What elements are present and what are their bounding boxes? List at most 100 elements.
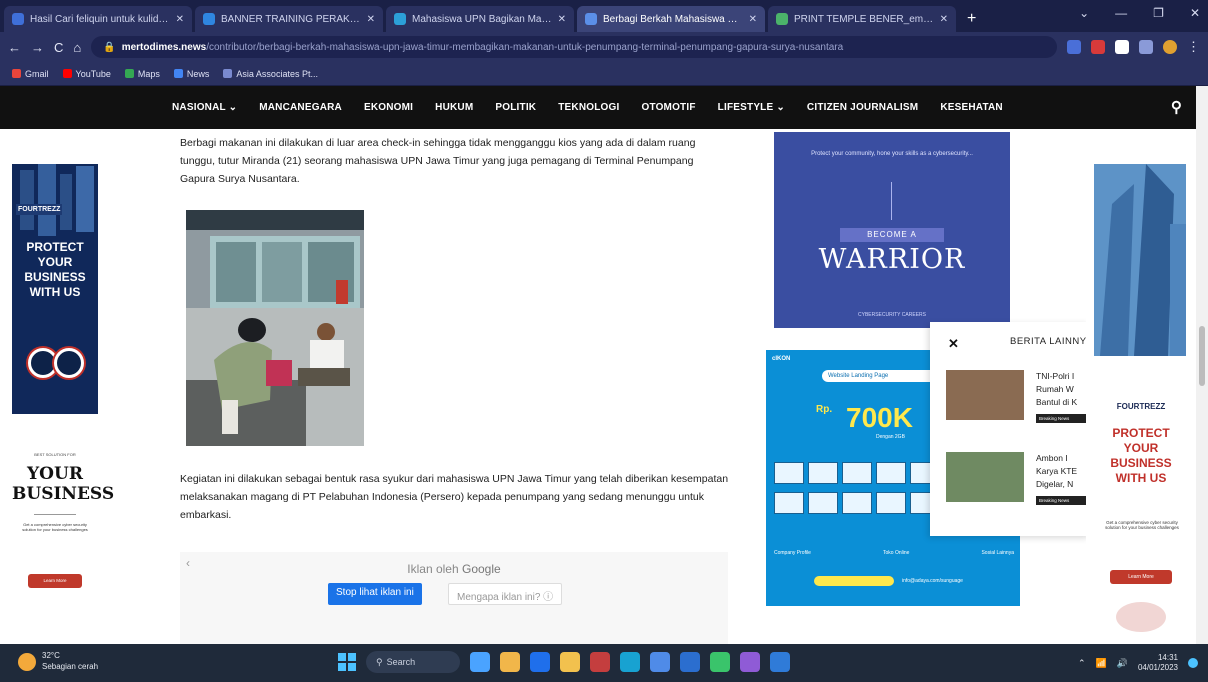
left-skyscraper-ad[interactable]: FOURTREZZ PROTECT YOUR BUSINESS WITH US …	[12, 164, 114, 642]
volume-icon[interactable]: 🔊	[1117, 658, 1128, 669]
minimize-icon[interactable]: —	[1115, 6, 1127, 20]
bookmark-item[interactable]: YouTube	[62, 69, 111, 79]
taskbar-apps: ⚲ Search	[338, 651, 790, 673]
stop-ad-button[interactable]: Stop lihat iklan ini	[328, 583, 422, 605]
taskbar-search[interactable]: ⚲ Search	[366, 651, 460, 673]
site-nav-item[interactable]: OTOMOTIF	[641, 102, 695, 113]
ad-cta-button[interactable]	[814, 576, 894, 586]
taskbar-app-icon[interactable]	[650, 652, 670, 672]
bookmark-item[interactable]: Maps	[124, 69, 160, 79]
related-news-item[interactable]: TNI-Polri I Rumah W Bantul di K Breaking…	[946, 370, 1090, 436]
browser-tab[interactable]: Berbagi Berkah Mahasiswa UPN... ✕	[577, 6, 765, 32]
tab-favicon	[203, 13, 215, 25]
site-nav-item[interactable]: KESEHATAN	[940, 102, 1003, 113]
ad-by-label: Iklan oleh	[407, 562, 459, 576]
tab-favicon	[585, 13, 597, 25]
new-tab-button[interactable]: +	[959, 10, 984, 32]
forward-icon[interactable]: →	[31, 40, 44, 55]
extension-icon[interactable]	[1091, 40, 1105, 54]
bookmark-favicon	[223, 69, 233, 78]
site-nav-item[interactable]: LIFESTYLE ⌄	[718, 102, 785, 113]
address-toolbar: ← → C ⌂ 🔒 mertodimes.news /contributor/b…	[0, 32, 1208, 62]
windows-start-icon[interactable]	[338, 653, 356, 671]
site-nav-item[interactable]: HUKUM	[435, 102, 473, 113]
back-icon[interactable]: ←	[8, 40, 21, 55]
extension-icon[interactable]	[1067, 40, 1081, 54]
page-scrollbar[interactable]	[1196, 86, 1208, 644]
bookmark-item[interactable]: News	[173, 69, 209, 79]
weather-widget[interactable]: 32°C Sebagian cerah	[18, 650, 98, 672]
profile-avatar[interactable]	[1163, 40, 1177, 54]
why-ad-button[interactable]: Mengapa iklan ini? ⓘ	[448, 583, 563, 605]
site-nav-item[interactable]: NASIONAL ⌄	[172, 102, 237, 113]
notification-icon[interactable]	[1188, 658, 1198, 668]
close-tab-icon[interactable]: ✕	[558, 14, 566, 25]
clock[interactable]: 14:31 04/01/2023	[1138, 653, 1178, 673]
taskbar-app-icon[interactable]	[500, 652, 520, 672]
taskbar-app-icon[interactable]	[740, 652, 760, 672]
site-nav-item[interactable]: CITIZEN JOURNALISM	[807, 102, 918, 113]
scrollbar-thumb[interactable]	[1199, 326, 1205, 386]
taskbar-app-icon[interactable]	[770, 652, 790, 672]
learn-more-button[interactable]: Learn More	[28, 574, 82, 588]
news-title-line: Digelar, N	[1036, 479, 1074, 489]
ad-description: Get a comprehensive cyber security solut…	[1105, 520, 1179, 530]
tab-title: Hasil Cari feliquin untuk kuliduki...	[30, 13, 170, 25]
home-icon[interactable]: ⌂	[73, 40, 81, 55]
tab-search-icon[interactable]: ⌄	[1079, 6, 1089, 20]
taskbar-app-icon[interactable]	[710, 652, 730, 672]
related-news-item[interactable]: Ambon I Karya KTE Digelar, N Breaking Ne…	[946, 452, 1090, 518]
browser-tab[interactable]: Hasil Cari feliquin untuk kuliduki... ✕	[4, 6, 192, 32]
address-bar[interactable]: 🔒 mertodimes.news /contributor/berbagi-b…	[91, 36, 1057, 58]
browser-tab[interactable]: Mahasiswa UPN Bagikan Makan... ✕	[386, 6, 574, 32]
taskbar-app-icon[interactable]	[560, 652, 580, 672]
ad-badges	[28, 348, 84, 378]
site-nav-item[interactable]: TEKNOLOGI	[558, 102, 619, 113]
ad-become-label: BECOME A	[840, 228, 944, 242]
site-nav-item[interactable]: EKONOMI	[364, 102, 413, 113]
site-nav-item[interactable]: POLITIK	[495, 102, 536, 113]
headline-line: WITH US	[1115, 471, 1167, 485]
browser-tab[interactable]: PRINT TEMPLE BENER_emusmul... ✕	[768, 6, 956, 32]
template-card	[774, 492, 804, 514]
close-icon[interactable]: ✕	[948, 336, 959, 352]
learn-more-button[interactable]: Learn More	[1110, 570, 1172, 584]
right-skyscraper-ad[interactable]: FOURTREZZ PROTECT YOUR BUSINESS WITH US …	[1086, 164, 1196, 644]
menu-kebab-icon[interactable]: ⋮	[1187, 39, 1200, 55]
bookmark-item[interactable]: Gmail	[12, 69, 49, 79]
bookmark-favicon	[12, 69, 21, 78]
extensions-puzzle-icon[interactable]	[1115, 40, 1129, 54]
taskbar-app-icon[interactable]	[680, 652, 700, 672]
template-card	[876, 492, 906, 514]
template-card	[842, 492, 872, 514]
tab-strip: Hasil Cari feliquin untuk kuliduki... ✕ BA…	[4, 6, 959, 32]
network-icon[interactable]: 📶	[1096, 658, 1107, 669]
warrior-ad[interactable]: Protect your community, hone your skills…	[774, 132, 1010, 328]
google-ad-feedback: ‹ Iklan oleh Google Stop lihat iklan ini…	[180, 552, 728, 644]
close-window-icon[interactable]: ✕	[1190, 6, 1200, 20]
bookmark-favicon	[62, 69, 72, 78]
maximize-icon[interactable]: ❐	[1153, 6, 1164, 20]
taskbar-app-icon[interactable]	[530, 652, 550, 672]
bookmark-item[interactable]: Asia Associates Pt...	[223, 69, 318, 79]
chevron-up-icon[interactable]: ⌃	[1078, 658, 1086, 669]
google-label: Google	[462, 562, 501, 576]
taskbar-app-icon[interactable]	[470, 652, 490, 672]
tab-title: BANNER TRAINING PERAKIK ...	[221, 13, 361, 25]
close-tab-icon[interactable]: ✕	[367, 14, 375, 25]
taskbar-app-icon[interactable]	[620, 652, 640, 672]
taskbar-app-icon[interactable]	[590, 652, 610, 672]
close-tab-icon[interactable]: ✕	[940, 14, 948, 25]
search-icon[interactable]: ⚲	[1171, 98, 1182, 116]
reload-icon[interactable]: C	[54, 40, 63, 55]
tab-title: Mahasiswa UPN Bagikan Makan...	[412, 13, 552, 25]
site-nav-item[interactable]: MANCANEGARA	[259, 102, 342, 113]
breaking-news-badge: Breaking News	[1036, 496, 1090, 505]
url-path: /contributor/berbagi-berkah-mahasiswa-up…	[206, 41, 844, 53]
close-tab-icon[interactable]: ✕	[749, 14, 757, 25]
close-tab-icon[interactable]: ✕	[176, 14, 184, 25]
news-title-line: Bantul di K	[1036, 397, 1078, 407]
browser-tab[interactable]: BANNER TRAINING PERAKIK ... ✕	[195, 6, 383, 32]
news-title: Ambon I Karya KTE Digelar, N	[1036, 452, 1090, 491]
sidebar-icon[interactable]	[1139, 40, 1153, 54]
